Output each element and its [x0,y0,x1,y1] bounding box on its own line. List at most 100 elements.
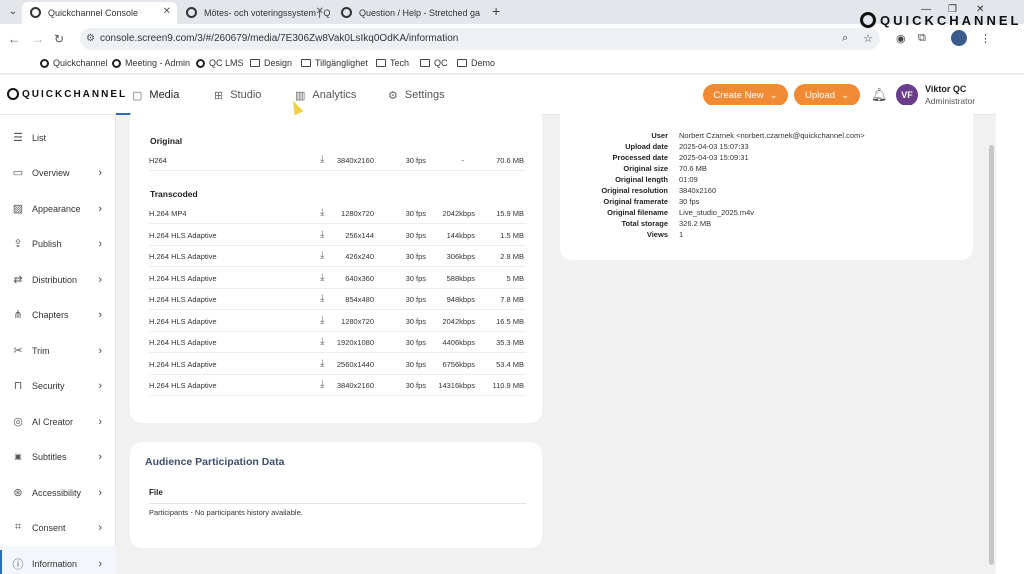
consent-icon: ⌗ [14,521,22,533]
chevron-right-icon: › [98,166,102,179]
download-icon[interactable]: ⤓ [320,250,324,261]
sidebar-item-distribution[interactable]: ⇄ Distribution › [0,262,116,297]
tab-favicon-icon [341,7,352,18]
close-icon[interactable]: ✕ [163,6,171,17]
forward-arrow-icon[interactable]: → [32,32,44,46]
table-row: H.264 MP4 ⤓ 1280x720 30 fps 2042kbps 15.… [149,203,526,224]
download-icon[interactable]: ⤓ [320,315,324,326]
create-new-button[interactable]: Create New ⌄ [703,84,788,106]
folder-icon [420,59,430,67]
download-icon[interactable]: ⤓ [320,358,324,369]
scrollbar-thumb[interactable] [989,145,994,565]
chevron-right-icon: › [98,237,102,250]
sidebar-item-appearance[interactable]: ▨ Appearance › [0,191,116,226]
sidebar-item-list[interactable]: ☰ List [0,120,116,155]
chevron-right-icon: › [98,415,102,428]
tab-search-icon[interactable]: ⌄ [4,4,22,20]
sidebar-item-subtitles[interactable]: ▣ Subtitles › [0,439,116,474]
download-icon[interactable]: ⤓ [320,272,324,283]
bookmark-quickchannel[interactable]: Quickchannel [40,58,108,68]
table-row: H.264 HLS Adaptive ⤓ 2560x1440 30 fps 67… [149,354,526,375]
chevron-right-icon: › [98,202,102,215]
sidebar-item-security[interactable]: ⊓ Security › [0,368,116,403]
browser-tab-motes[interactable]: Mötes- och voteringssystem | Q ✕ [178,2,330,24]
original-section-title: Original [150,136,183,146]
ai-icon: ◎ [13,416,23,428]
bookmark-tillganglighet[interactable]: Tillgänglighet [301,58,368,68]
chevron-down-icon: ⌄ [769,89,778,101]
table-row: H.264 HLS Adaptive ⤓ 854x480 30 fps 948k… [149,289,526,310]
quickchannel-logo-icon [860,12,876,28]
sidebar-item-information[interactable]: ⓘ Information › [0,546,116,574]
upload-icon: ⇪ [13,238,23,250]
table-row: H.264 HLS Adaptive ⤓ 3840x2160 30 fps 14… [149,375,526,396]
sidebar-item-publish[interactable]: ⇪ Publish › [0,226,116,261]
bell-icon[interactable]: 🔔︎ [871,87,888,103]
folder-icon [301,59,311,67]
monitor-icon: ▭ [12,167,24,179]
reload-icon[interactable]: ↻ [54,32,64,46]
download-icon[interactable]: ⤓ [320,336,324,347]
transcoded-section-title: Transcoded [150,189,198,199]
lock-icon: ⊓ [13,380,23,392]
sidebar-item-chapters[interactable]: ⋔ Chapters › [0,297,116,332]
upload-button[interactable]: Upload ⌄ [794,84,860,106]
extension-icon[interactable]: ◉ [896,32,906,45]
chapters-icon: ⋔ [13,309,23,321]
bookmark-design[interactable]: Design [250,58,292,68]
download-icon[interactable]: ⤓ [320,229,324,240]
new-tab-plus-icon[interactable]: + [492,3,500,19]
sidebar-item-accessibility[interactable]: ⊛ Accessibility › [0,475,116,510]
audience-card: Audience Participation Data File Partici… [130,442,542,548]
bookmark-meeting-admin[interactable]: Meeting - Admin [112,58,190,68]
browser-tab-question-help[interactable]: Question / Help - Stretched ga [333,2,489,24]
sidebar: ☰ List ▭ Overview › ▨ Appearance › ⇪ Publish › … [0,115,116,574]
chevron-down-icon: ⌄ [841,89,850,101]
audience-file-header: File [149,488,526,504]
puzzle-icon[interactable]: ⧉ [918,32,926,45]
list-icon: ☰ [13,132,23,144]
download-icon[interactable]: ⤓ [320,293,324,304]
quickchannel-logo-icon [7,88,19,100]
sidebar-item-ai-creator[interactable]: ◎ AI Creator › [0,404,116,439]
gear-icon: ⚙ [388,89,398,102]
sidebar-item-consent[interactable]: ⌗ Consent › [0,510,116,545]
close-icon[interactable]: ✕ [316,6,324,17]
table-row: H.264 HLS Adaptive ⤓ 1920x1080 30 fps 44… [149,332,526,353]
chevron-right-icon: › [98,521,102,534]
download-icon[interactable]: ⤓ [320,207,324,218]
table-row: H.264 HLS Adaptive ⤓ 1280x720 30 fps 204… [149,311,526,332]
user-avatar[interactable]: VF [896,84,918,106]
bookmark-qc-lms[interactable]: QC LMS [196,58,244,68]
table-row: H.264 HLS Adaptive ⤓ 640x360 30 fps 588k… [149,268,526,289]
browser-tab-quickchannel-console[interactable]: Quickchannel Console ✕ [22,2,177,24]
bookmark-qc[interactable]: QC [420,58,448,68]
profile-avatar-icon[interactable] [951,30,967,46]
folder-icon [376,59,386,67]
zoom-icon[interactable]: ⌕ [842,32,848,45]
file-row-original: H264 ⤓ 3840x2160 30 fps - 70.6 MB [149,150,526,171]
share-icon: ⇄ [13,274,23,286]
bookmark-star-icon[interactable]: ☆ [863,32,873,45]
user-name: Viktor QC [925,84,967,94]
sidebar-item-trim[interactable]: ✂ Trim › [0,333,116,368]
image-icon: ▨ [12,203,24,215]
files-card: Original H264 ⤓ 3840x2160 30 fps - 70.6 … [130,105,542,423]
quickchannel-watermark: QUICKCHANNEL [860,9,1021,31]
chevron-right-icon: › [98,379,102,392]
url-field[interactable]: ⚙ console.screen9.com/3/#/260679/media/7… [80,28,880,50]
bookmark-tech[interactable]: Tech [376,58,409,68]
kebab-menu-icon[interactable]: ⋮ [980,32,991,45]
scissors-icon: ✂ [13,345,23,357]
site-settings-icon[interactable]: ⚙ [86,28,95,50]
sidebar-item-overview[interactable]: ▭ Overview › [0,155,116,190]
media-icon: ▢ [132,89,143,102]
chevron-right-icon: › [98,308,102,321]
download-icon[interactable]: ⤓ [320,154,324,165]
bookmark-demo[interactable]: Demo [457,58,495,68]
download-icon[interactable]: ⤓ [320,379,324,390]
studio-icon: ⊞ [214,89,224,102]
tab-favicon-icon [30,7,41,18]
back-arrow-icon[interactable]: ← [8,32,20,46]
app-logo[interactable]: QUICKCHANNEL [7,88,127,100]
